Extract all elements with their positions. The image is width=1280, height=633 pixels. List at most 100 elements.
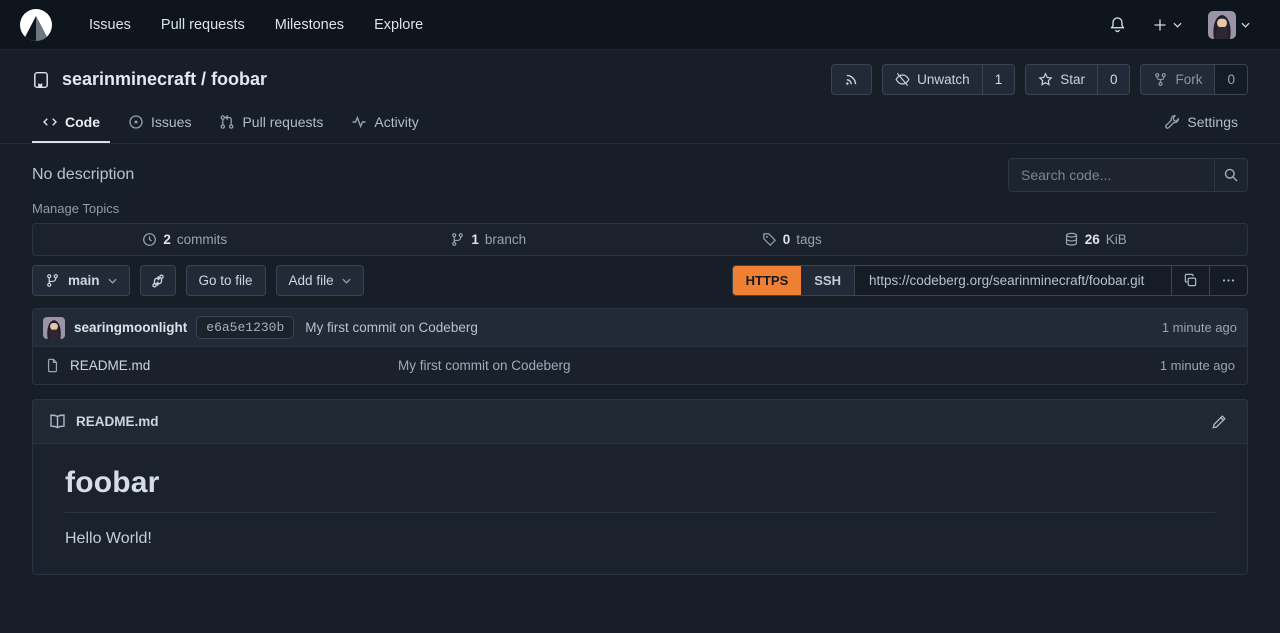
edit-readme-button[interactable] [1207, 410, 1231, 434]
tag-icon [762, 232, 777, 247]
plus-icon [1152, 17, 1168, 33]
rss-button[interactable] [831, 64, 872, 95]
branch-icon [450, 232, 465, 247]
tab-code[interactable]: Code [32, 105, 110, 143]
commits-count: 2 [163, 232, 171, 247]
eye-slash-icon [895, 72, 910, 87]
commit-time: 1 minute ago [1162, 320, 1237, 335]
chevron-down-icon [108, 278, 117, 284]
copy-url-button[interactable] [1171, 266, 1209, 295]
tab-settings[interactable]: Settings [1154, 105, 1248, 143]
user-menu-button[interactable] [1198, 3, 1260, 47]
rss-icon [844, 72, 859, 87]
repo-tabbar: Code Issues Pull requests Activity [0, 105, 1280, 144]
ssh-toggle-button[interactable]: SSH [801, 266, 855, 295]
add-file-button[interactable]: Add file [276, 265, 364, 296]
manage-topics-link[interactable]: Manage Topics [32, 201, 119, 216]
bell-icon [1109, 16, 1126, 33]
code-icon [42, 114, 58, 130]
repo-title[interactable]: searinminecraft / foobar [62, 69, 267, 90]
chevron-down-icon [1241, 22, 1250, 28]
more-options-button[interactable] [1209, 266, 1247, 295]
file-commit-message[interactable]: My first commit on Codeberg [398, 358, 1095, 373]
tabbar-spacer [433, 105, 1151, 143]
add-file-label: Add file [289, 273, 334, 288]
table-row: README.md My first commit on Codeberg 1 … [33, 346, 1247, 384]
git-compare-icon [150, 273, 166, 289]
wrench-icon [1164, 114, 1180, 130]
file-commit-time: 1 minute ago [1095, 358, 1235, 373]
navbar-right [1099, 3, 1260, 47]
current-branch-name: main [68, 273, 100, 288]
create-new-button[interactable] [1142, 9, 1192, 41]
pull-request-icon [219, 114, 235, 130]
pencil-icon [1211, 414, 1227, 430]
size-value: 26 [1085, 232, 1100, 247]
star-button[interactable]: Star 0 [1025, 64, 1130, 95]
search-input[interactable] [1009, 167, 1214, 183]
tags-stat[interactable]: 0 tags [640, 224, 944, 255]
avatar [1208, 11, 1236, 39]
star-icon [1038, 72, 1053, 87]
tab-issues[interactable]: Issues [118, 105, 201, 143]
fork-label: Fork [1175, 72, 1202, 87]
fork-button[interactable]: Fork 0 [1140, 64, 1248, 95]
unwatch-button[interactable]: Unwatch 1 [882, 64, 1015, 95]
readme-panel: README.md foobar Hello World! [32, 399, 1248, 575]
go-to-file-button[interactable]: Go to file [186, 265, 266, 296]
branches-label: branch [485, 232, 526, 247]
file-name-cell: README.md [45, 358, 398, 373]
forks-count[interactable]: 0 [1214, 65, 1247, 94]
readme-header: README.md [33, 400, 1247, 444]
fork-icon [1153, 72, 1168, 87]
commits-label: commits [177, 232, 227, 247]
commit-author[interactable]: searingmoonlight [74, 320, 187, 335]
commits-stat[interactable]: 2 commits [33, 224, 337, 255]
watchers-count[interactable]: 1 [982, 65, 1015, 94]
branch-icon [45, 273, 60, 288]
avatar[interactable] [43, 317, 65, 339]
nav-link-explore[interactable]: Explore [359, 9, 438, 41]
repo-description: No description [32, 166, 134, 184]
copy-icon [1183, 273, 1198, 288]
file-name-link[interactable]: README.md [70, 358, 150, 373]
main-content: No description Manage Topics 2 commits [0, 158, 1280, 575]
go-to-file-label: Go to file [199, 273, 253, 288]
commit-message[interactable]: My first commit on Codeberg [305, 320, 478, 335]
tags-count: 0 [783, 232, 791, 247]
commit-sha-badge[interactable]: e6a5e1230b [196, 316, 294, 339]
tab-pull-requests[interactable]: Pull requests [209, 105, 333, 143]
unwatch-label: Unwatch [917, 72, 970, 87]
readme-filename[interactable]: README.md [76, 414, 159, 429]
history-icon [142, 232, 157, 247]
branches-stat[interactable]: 1 branch [337, 224, 641, 255]
repo-actions: Unwatch 1 Star 0 [831, 64, 1248, 95]
tab-issues-label: Issues [151, 114, 191, 130]
notifications-button[interactable] [1099, 8, 1136, 41]
database-icon [1064, 232, 1079, 247]
nav-link-issues[interactable]: Issues [74, 9, 146, 41]
clone-url-field[interactable]: https://codeberg.org/searinminecraft/foo… [855, 266, 1171, 295]
size-stat[interactable]: 26 KiB [944, 224, 1248, 255]
tags-label: tags [796, 232, 822, 247]
repository-icon [32, 71, 50, 89]
size-unit: KiB [1106, 232, 1127, 247]
nav-link-milestones[interactable]: Milestones [260, 9, 359, 41]
tab-activity[interactable]: Activity [341, 105, 428, 143]
clone-url-group: HTTPS SSH https://codeberg.org/searinmin… [732, 265, 1248, 296]
branch-selector-button[interactable]: main [32, 265, 130, 296]
nav-link-pull-requests[interactable]: Pull requests [146, 9, 260, 41]
file-icon [45, 358, 60, 373]
stars-count[interactable]: 0 [1097, 65, 1130, 94]
issue-icon [128, 114, 144, 130]
https-toggle-button[interactable]: HTTPS [733, 266, 802, 295]
code-search-box [1008, 158, 1248, 192]
star-label: Star [1060, 72, 1085, 87]
repo-stats-bar: 2 commits 1 branch 0 tags [32, 223, 1248, 256]
compare-button[interactable] [140, 265, 176, 296]
search-button[interactable] [1214, 159, 1247, 191]
navbar: Issues Pull requests Milestones Explore [0, 0, 1280, 50]
codeberg-logo-icon[interactable] [20, 9, 52, 41]
branches-count: 1 [471, 232, 479, 247]
readme-body: foobar Hello World! [33, 444, 1247, 574]
